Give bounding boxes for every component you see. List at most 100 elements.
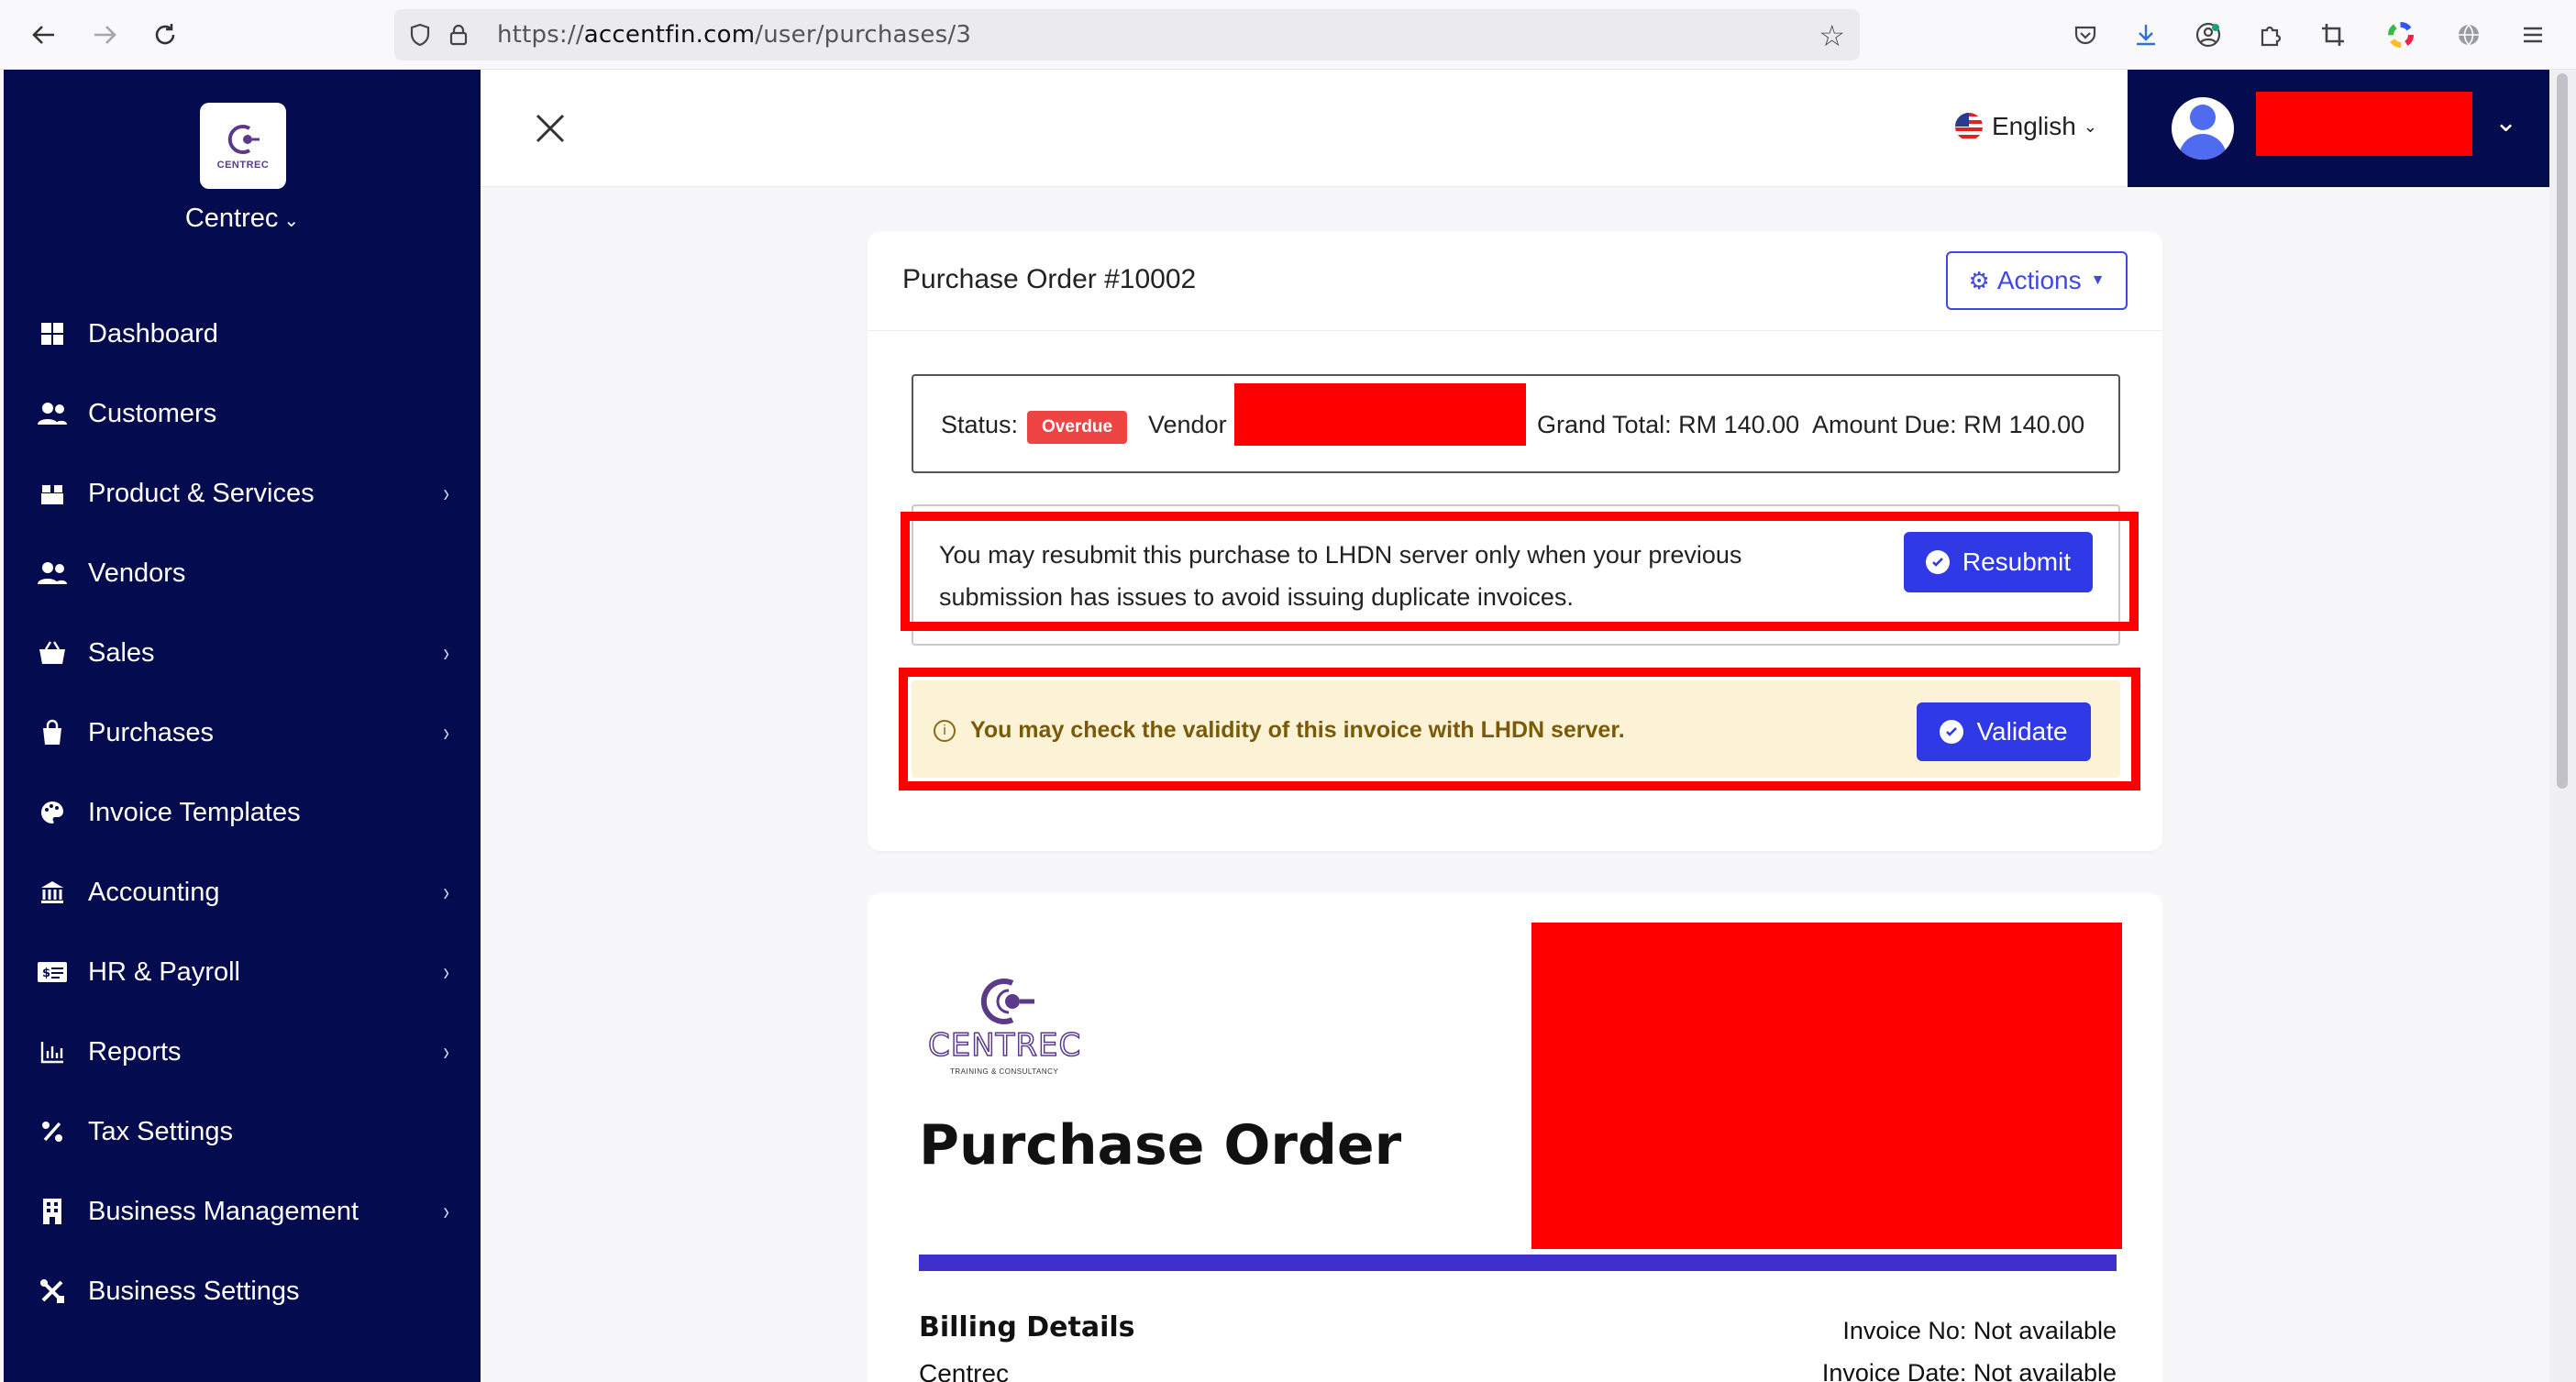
us-flag-icon — [1955, 113, 1983, 140]
document-logo: CENTREC TRAINING & CONSULTANCY — [927, 972, 1093, 1082]
sidebar-item-label: Dashboard — [88, 318, 218, 348]
invoice-date: Invoice Date: Not available — [1821, 1359, 2117, 1382]
purchase-order-document: CENTREC TRAINING & CONSULTANCY Purchase … — [868, 893, 2162, 1382]
users-icon — [37, 398, 68, 429]
lock-icon[interactable] — [446, 22, 471, 48]
sidebar-item-label: Invoice Templates — [88, 797, 301, 827]
sidebar-item-dashboard[interactable]: Dashboard — [4, 306, 481, 361]
invoice-number: Invoice No: Not available — [1842, 1317, 2117, 1344]
logo-subtext: TRAINING & CONSULTANCY — [950, 1067, 1059, 1076]
percent-icon — [37, 1116, 68, 1147]
redacted-vendor-name — [1234, 383, 1526, 446]
sidebar-item-label: Accounting — [88, 877, 220, 907]
sidebar-item-label: Purchases — [88, 717, 215, 747]
menu-icon[interactable] — [2513, 15, 2553, 55]
centrec-logo-icon — [227, 125, 260, 154]
sidebar-item-accounting[interactable]: Accounting › — [4, 865, 481, 920]
resubmit-button[interactable]: Resubmit — [1904, 532, 2093, 592]
caret-down-icon: ▼ — [2090, 272, 2106, 288]
forward-arrow-icon[interactable] — [86, 17, 123, 53]
chart-icon — [37, 1036, 68, 1067]
status-label: Status: — [941, 411, 1019, 438]
chevron-right-icon: › — [443, 718, 449, 746]
resubmit-message: You may resubmit this purchase to LHDN s… — [939, 541, 1742, 611]
chevron-right-icon: › — [443, 479, 449, 507]
page-scrollbar[interactable] — [2549, 70, 2576, 1382]
company-logo[interactable]: CENTREC — [200, 103, 286, 189]
actions-button[interactable]: ⚙ Actions ▼ — [1946, 251, 2128, 310]
sidebar-item-reports[interactable]: Reports › — [4, 1024, 481, 1079]
gear-icon: ⚙ — [1968, 266, 1990, 294]
shield-icon[interactable] — [407, 22, 433, 48]
chevron-down-icon[interactable]: ⌄ — [2494, 106, 2517, 138]
redacted-company-details — [1531, 923, 2122, 1249]
extensions-icon[interactable] — [2250, 15, 2291, 55]
language-label: English — [1992, 112, 2076, 140]
tools-icon — [37, 1276, 68, 1307]
avatar[interactable] — [2172, 97, 2234, 160]
info-icon: i — [934, 719, 956, 742]
back-arrow-icon[interactable] — [26, 17, 62, 53]
business-switcher[interactable]: Centrec ⌄ — [4, 204, 481, 234]
grand-total: Grand Total: RM 140.00 — [1537, 411, 1800, 438]
sidebar-item-label: Product & Services — [88, 478, 315, 508]
billing-title: Billing Details — [919, 1311, 1135, 1343]
check-circle-icon — [1925, 550, 1950, 574]
page-title: Purchase Order #10002 — [902, 264, 1197, 294]
sidebar-item-vendors[interactable]: Vendors — [4, 546, 481, 601]
divider — [868, 330, 2162, 331]
reload-icon[interactable] — [147, 17, 183, 53]
sidebar-item-label: Business Management — [88, 1196, 359, 1226]
centrec-logo-icon — [980, 978, 1034, 1024]
scrollbar-thumb[interactable] — [2557, 73, 2568, 789]
color-wheel-icon[interactable] — [2381, 15, 2421, 55]
sidebar-item-product-services[interactable]: Product & Services › — [4, 466, 481, 521]
crop-icon[interactable] — [2313, 15, 2353, 55]
download-icon[interactable] — [2126, 15, 2166, 55]
globe-icon[interactable] — [2449, 15, 2489, 55]
sidebar-item-tax-settings[interactable]: Tax Settings — [4, 1104, 481, 1159]
document-divider-bar — [919, 1255, 2117, 1271]
business-name: Centrec — [184, 204, 279, 233]
app-header: English ⌄ ⌄ — [481, 70, 2549, 187]
purchase-order-card: Purchase Order #10002 ⚙ Actions ▼ Status… — [868, 231, 2162, 851]
logo-text: CENTREC — [216, 160, 270, 171]
id-card-icon: $ — [37, 956, 68, 988]
chevron-right-icon: › — [443, 1037, 449, 1066]
bank-icon — [37, 877, 68, 908]
sidebar-item-label: HR & Payroll — [88, 956, 240, 987]
document-title: Purchase Order — [919, 1113, 1402, 1177]
validate-message-text: You may check the validity of this invoi… — [970, 717, 1625, 743]
sidebar-item-purchases[interactable]: Purchases › — [4, 705, 481, 760]
language-selector[interactable]: English ⌄ — [1955, 112, 2097, 141]
check-circle-icon — [1940, 720, 1964, 744]
chevron-right-icon: › — [443, 878, 449, 906]
sidebar-item-invoice-templates[interactable]: Invoice Templates — [4, 785, 481, 840]
account-icon[interactable] — [2188, 15, 2228, 55]
chevron-right-icon: › — [443, 1197, 449, 1225]
box-icon — [37, 478, 68, 509]
close-icon[interactable] — [534, 112, 567, 145]
redacted-username — [2256, 92, 2472, 156]
validate-button[interactable]: Validate — [1917, 702, 2091, 761]
chevron-right-icon: › — [443, 957, 449, 986]
sidebar-item-business-management[interactable]: Business Management › — [4, 1184, 481, 1239]
pocket-icon[interactable] — [2065, 15, 2106, 55]
bookmark-star-icon[interactable]: ☆ — [1819, 18, 1845, 53]
building-icon — [37, 1196, 68, 1227]
sidebar-item-hr-payroll[interactable]: $ HR & Payroll › — [4, 945, 481, 1000]
sidebar-item-business-settings[interactable]: Business Settings — [4, 1264, 481, 1319]
sidebar-item-label: Reports — [88, 1036, 182, 1067]
vendor-label: Vendor — [1148, 411, 1227, 438]
sidebar-item-customers[interactable]: Customers — [4, 386, 481, 441]
user-menu[interactable]: ⌄ — [2128, 70, 2549, 187]
url-text[interactable]: https://accentfin.com/user/purchases/3 — [497, 21, 971, 49]
address-bar[interactable]: https://accentfin.com/user/purchases/3 ☆ — [394, 9, 1860, 61]
chevron-down-icon: ⌄ — [283, 211, 300, 231]
logo-text: CENTREC — [927, 1026, 1082, 1065]
sidebar-item-sales[interactable]: Sales › — [4, 625, 481, 680]
actions-label: Actions — [1996, 266, 2082, 294]
sidebar: CENTREC Centrec ⌄ Dashboard Customers Pro… — [4, 70, 481, 1382]
bag-icon — [37, 717, 68, 748]
order-summary: Status: Overdue Vendor Grand Total: RM 1… — [912, 374, 2120, 473]
